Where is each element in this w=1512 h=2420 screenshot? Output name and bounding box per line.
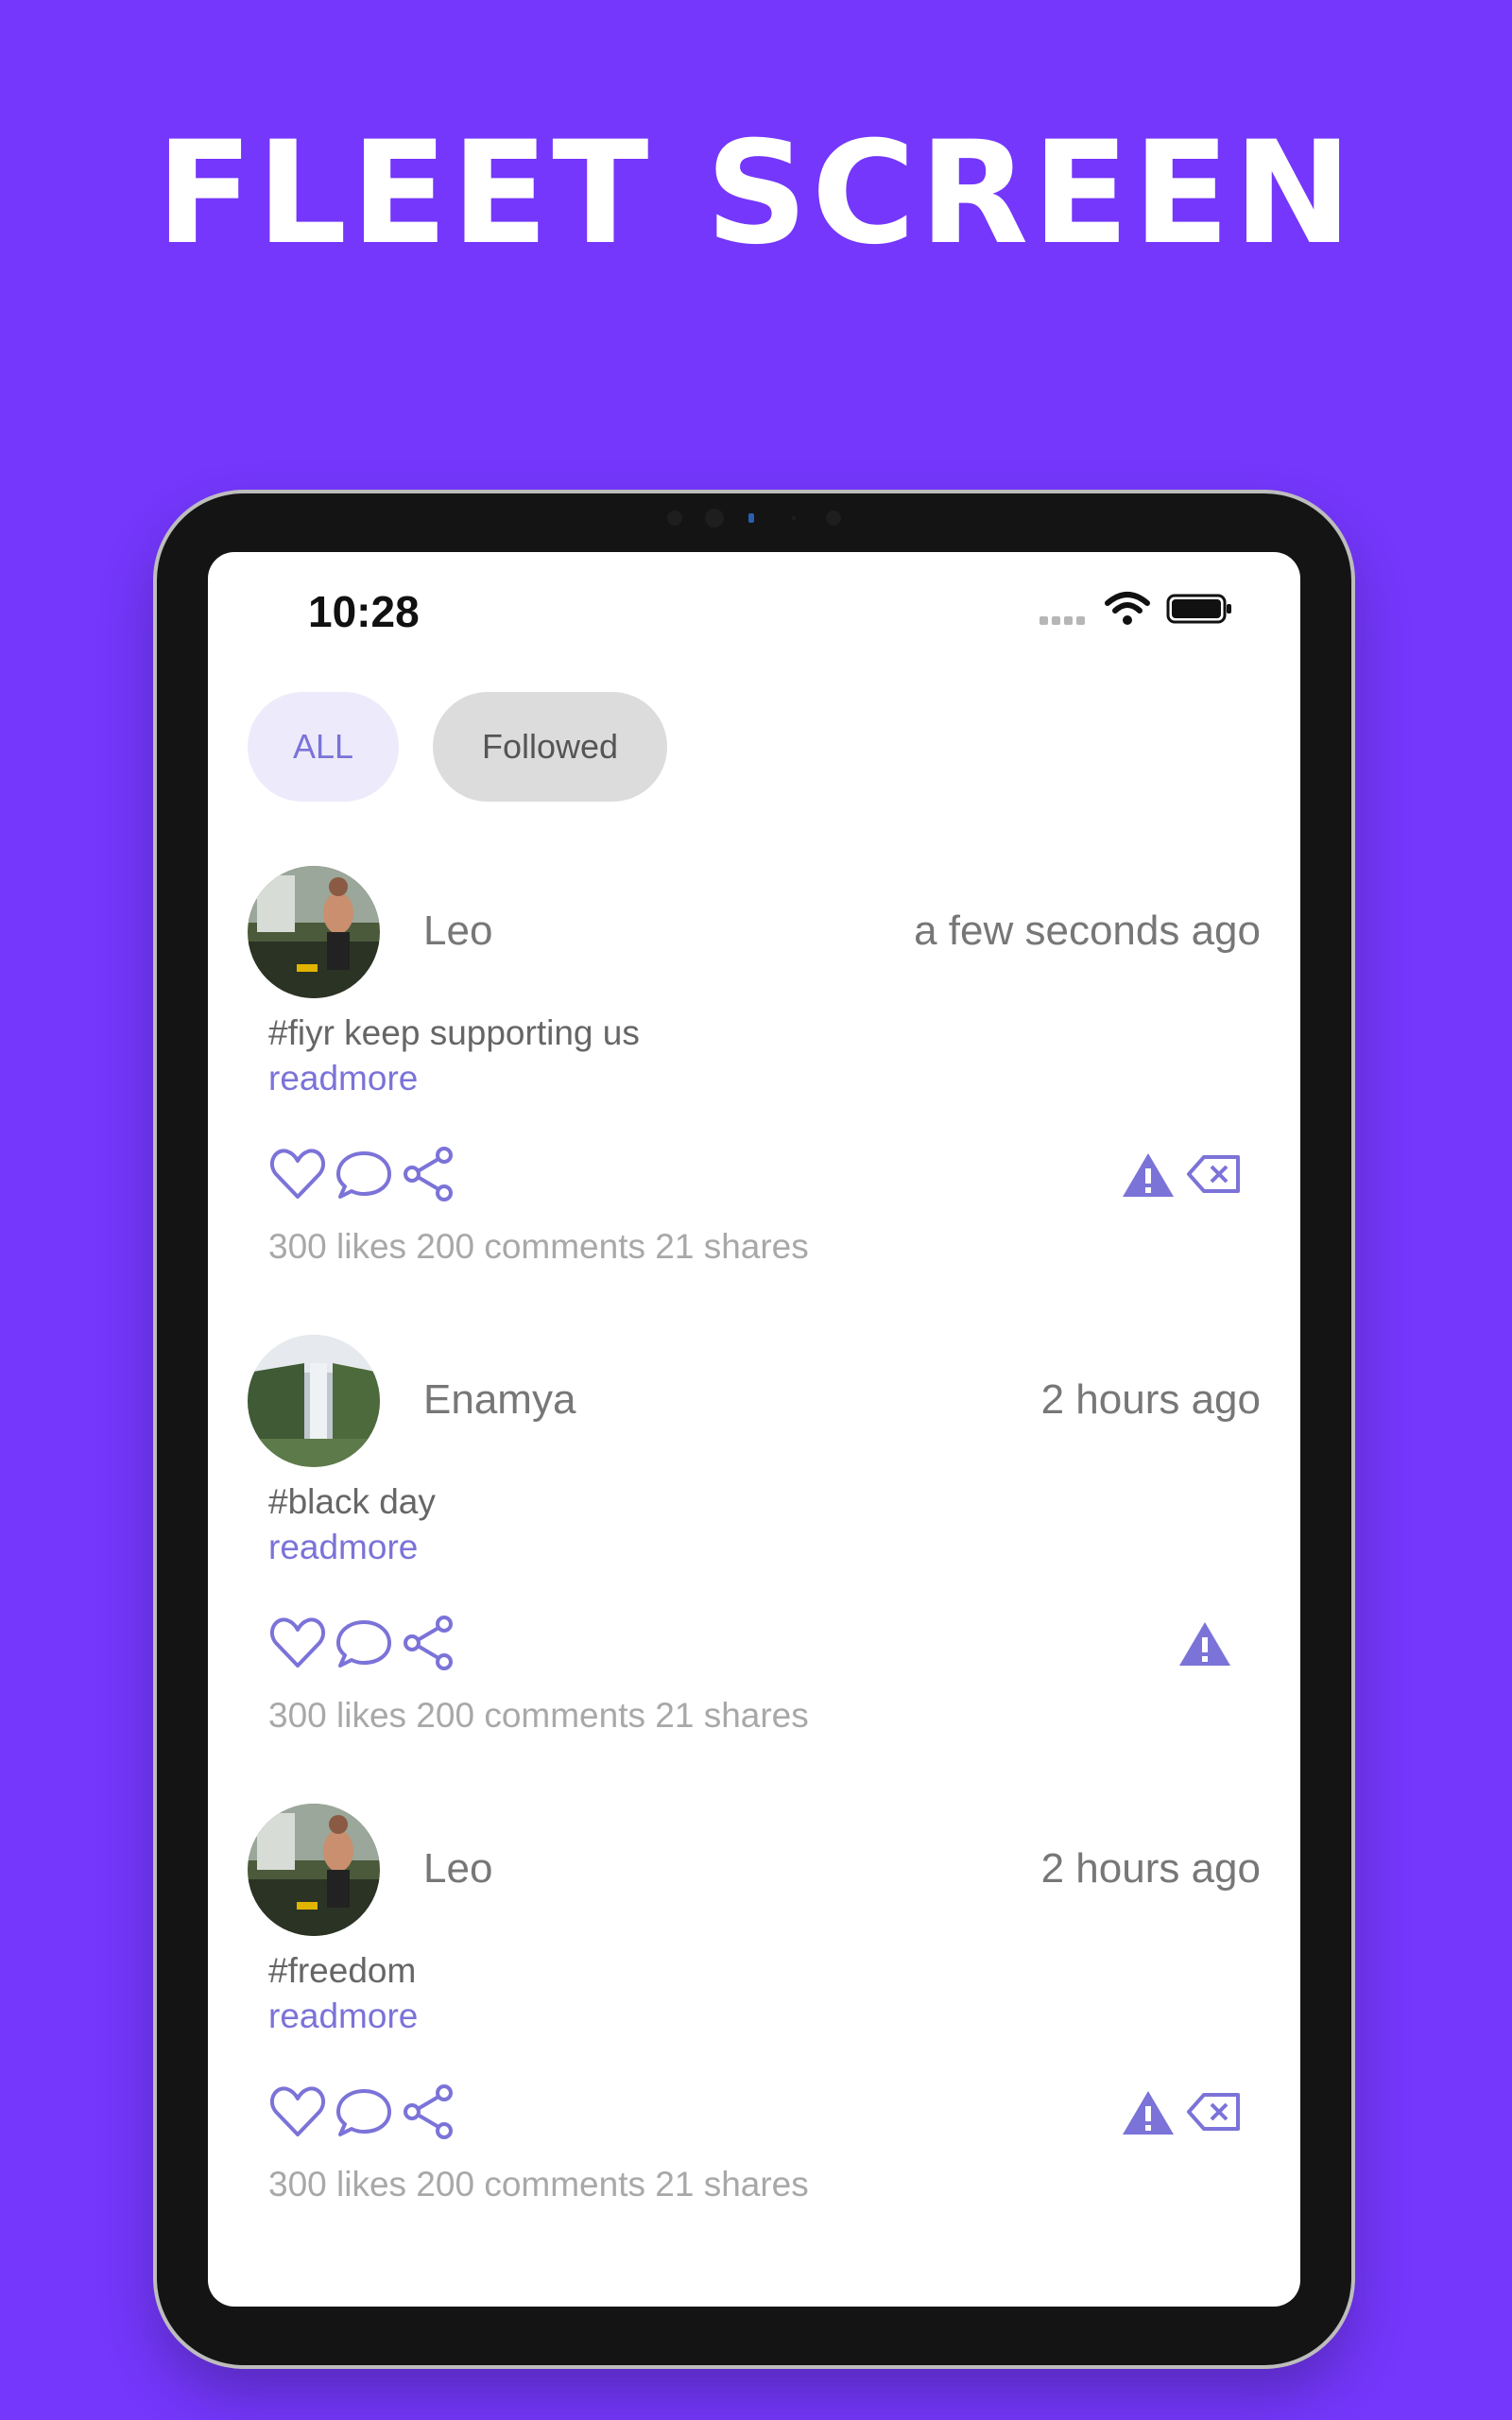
post-username[interactable]: Enamya (423, 1376, 576, 1424)
post-card: Leo a few seconds ago #fiyr keep support… (208, 866, 1300, 1310)
share-icon[interactable] (401, 1146, 459, 1202)
post-caption: #freedom (268, 1951, 417, 1990)
readmore-link[interactable]: readmore (268, 1996, 418, 2036)
sensor-dot-icon (792, 516, 796, 520)
tab-all[interactable]: ALL (248, 692, 399, 802)
share-icon[interactable] (401, 2083, 459, 2140)
post-username[interactable]: Leo (423, 1845, 492, 1893)
comment-icon[interactable] (335, 1615, 393, 1671)
readmore-link[interactable]: readmore (268, 1528, 418, 1567)
post-card: Enamya 2 hours ago #black day readmore 3… (208, 1335, 1300, 1779)
backspace-icon[interactable] (1185, 1146, 1244, 1202)
post-timestamp: 2 hours ago (1040, 1845, 1261, 1892)
status-bar: 10:28 (208, 552, 1300, 656)
page-headline: FLEET SCREEN (156, 112, 1356, 276)
post-caption: #black day (268, 1482, 436, 1521)
warning-icon[interactable] (1176, 1615, 1234, 1671)
post-stats: 300 likes 200 comments 21 shares (268, 1696, 809, 1735)
post-caption: #fiyr keep supporting us (268, 1013, 640, 1052)
camera-icon (705, 509, 724, 527)
post-stats: 300 likes 200 comments 21 shares (268, 1227, 809, 1266)
readmore-link[interactable]: readmore (268, 1059, 418, 1098)
comment-icon[interactable] (335, 1146, 393, 1202)
heart-icon[interactable] (268, 1146, 327, 1202)
indicator-icon (748, 513, 754, 523)
sensor-icon (826, 510, 841, 526)
sensor-icon (667, 510, 682, 526)
tablet-device-frame: 10:28 ALL Followed Leo a few seconds ago… (157, 493, 1351, 2365)
warning-icon[interactable] (1119, 2083, 1177, 2140)
post-username[interactable]: Leo (423, 908, 492, 955)
wifi-icon (1104, 590, 1151, 628)
battery-icon (1166, 592, 1234, 626)
avatar[interactable] (248, 1335, 380, 1467)
camera-bar (667, 503, 856, 531)
avatar[interactable] (248, 1804, 380, 1936)
post-timestamp: a few seconds ago (914, 908, 1261, 954)
app-screen: 10:28 ALL Followed Leo a few seconds ago… (208, 552, 1300, 2307)
comment-icon[interactable] (335, 2083, 393, 2140)
backspace-icon[interactable] (1185, 2083, 1244, 2140)
cellular-signal-icon (1040, 613, 1092, 625)
heart-icon[interactable] (268, 1615, 327, 1671)
status-time: 10:28 (308, 587, 420, 636)
tab-followed[interactable]: Followed (433, 692, 667, 802)
avatar[interactable] (248, 866, 380, 998)
post-card: Leo 2 hours ago #freedom readmore 300 li… (208, 1804, 1300, 2248)
heart-icon[interactable] (268, 2083, 327, 2140)
post-stats: 300 likes 200 comments 21 shares (268, 2165, 809, 2204)
warning-icon[interactable] (1119, 1146, 1177, 1202)
post-timestamp: 2 hours ago (1040, 1376, 1261, 1423)
share-icon[interactable] (401, 1615, 459, 1671)
